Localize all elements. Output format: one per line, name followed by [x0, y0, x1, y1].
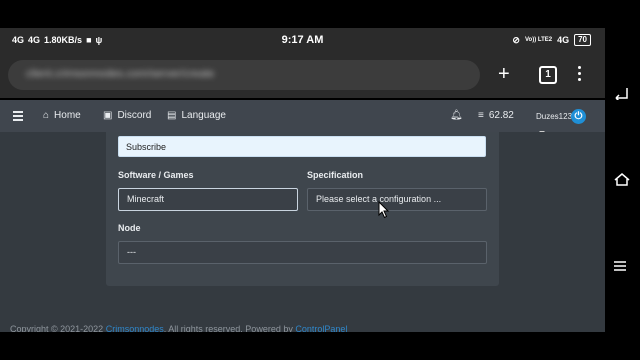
- page-content: Subscribe Software / Games Minecraft Spe…: [0, 132, 605, 332]
- specification-select[interactable]: Please select a configuration ...: [307, 188, 487, 211]
- power-icon[interactable]: ⏻: [571, 109, 586, 124]
- language-icon: ▤: [167, 110, 177, 121]
- nav-language[interactable]: ▤ Language: [167, 110, 226, 121]
- nav-home[interactable]: ⌂ Home: [43, 110, 81, 121]
- screen: 4G 4G 1.80KB/s ■ ψ 9:17 AM ⊘ Vo)) LTE2 4…: [0, 0, 640, 360]
- bell-icon: 🔔︎: [450, 110, 463, 121]
- nav-home-label: Home: [54, 110, 81, 121]
- home-icon: ⌂: [43, 110, 50, 121]
- mouse-cursor-icon: [378, 201, 390, 219]
- notifications-button[interactable]: 🔔︎: [450, 110, 463, 121]
- coins-icon: ≡: [478, 110, 484, 121]
- credits-display: ≡ 62.82: [478, 110, 514, 121]
- volte-indicator: Vo)) LTE2: [524, 37, 553, 43]
- bottom-black-bar: [0, 332, 640, 360]
- nav-discord-label: Discord: [117, 110, 152, 121]
- node-label: Node: [118, 223, 141, 233]
- software-select[interactable]: Minecraft: [118, 188, 298, 211]
- subscribe-button[interactable]: Subscribe: [118, 136, 486, 157]
- user-menu[interactable]: Duzes123: [536, 112, 572, 121]
- browser-toolbar: client.crimsonnodes.com/server/create +: [0, 52, 605, 98]
- url-text: client.crimsonnodes.com/server/create: [26, 68, 215, 80]
- home-button-icon[interactable]: [613, 172, 631, 186]
- battery-indicator: 70: [574, 34, 591, 46]
- specification-label: Specification: [307, 170, 364, 180]
- discord-icon: ▣: [103, 110, 113, 121]
- site-navbar: ⌂ Home ▣ Discord ▤ Language 🔔︎ ≡ 62.82 D…: [0, 100, 605, 132]
- address-bar[interactable]: client.crimsonnodes.com/server/create: [8, 60, 480, 90]
- node-select[interactable]: ---: [118, 241, 487, 264]
- recents-icon[interactable]: [613, 260, 627, 272]
- tab-switcher-button[interactable]: 1: [539, 66, 557, 84]
- hamburger-icon[interactable]: [13, 111, 23, 123]
- new-tab-icon[interactable]: +: [498, 64, 510, 84]
- back-icon[interactable]: [613, 86, 629, 100]
- server-form-card: Subscribe Software / Games Minecraft Spe…: [106, 132, 499, 286]
- nav-discord[interactable]: ▣ Discord: [103, 110, 151, 121]
- nav-language-label: Language: [181, 110, 226, 121]
- credits-value: 62.82: [488, 110, 514, 121]
- browser-menu-icon[interactable]: [578, 66, 582, 84]
- dnd-icon: ⊘: [512, 34, 520, 45]
- status-bar: 4G 4G 1.80KB/s ■ ψ 9:17 AM ⊘ Vo)) LTE2 4…: [0, 28, 605, 52]
- network-indicator-3: 4G: [557, 35, 570, 45]
- software-label: Software / Games: [118, 170, 194, 180]
- username: Duzes123: [536, 112, 573, 121]
